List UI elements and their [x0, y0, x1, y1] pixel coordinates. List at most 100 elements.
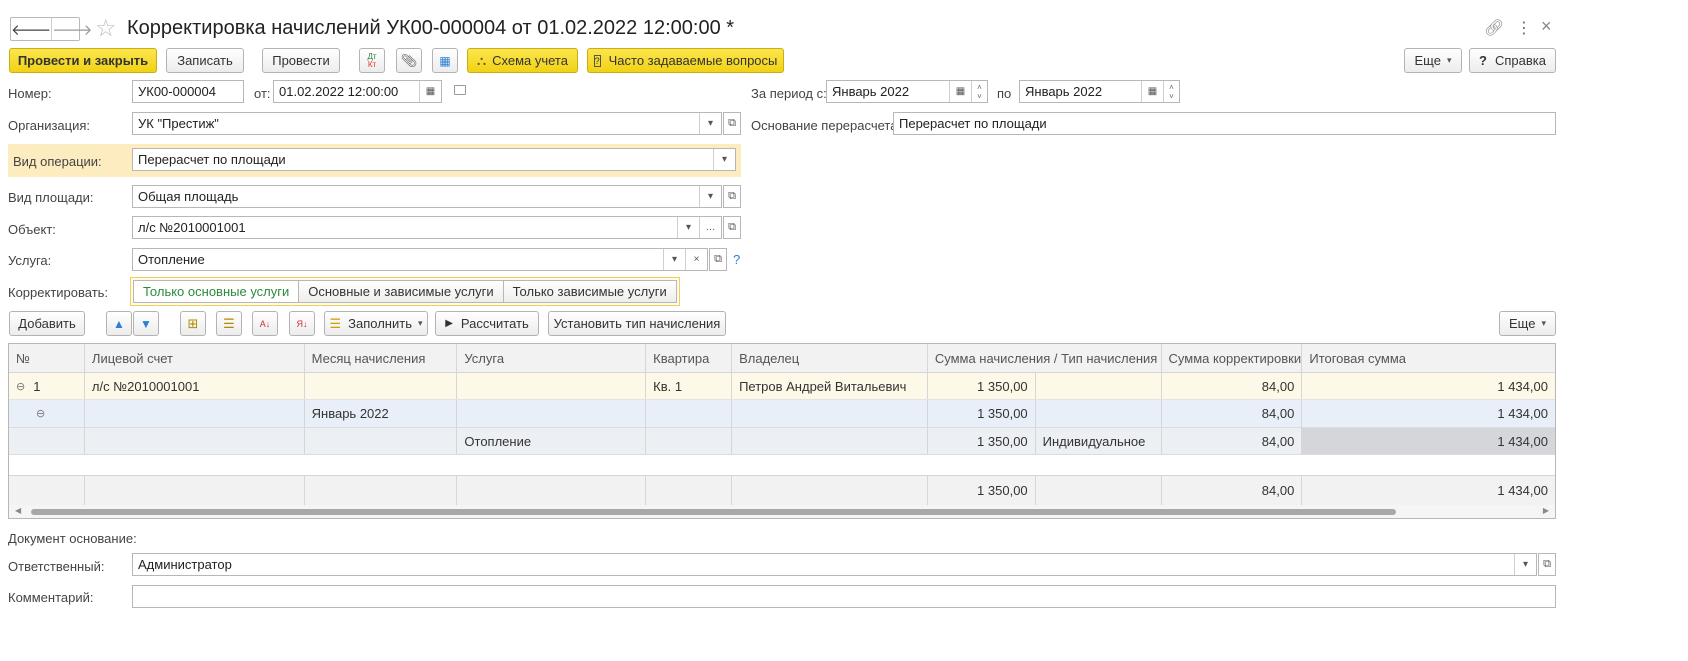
table-more-button[interactable]: Еще: [1499, 311, 1556, 336]
table-row[interactable]: Отопление 1 350,00 Индивидуальное 84,00 …: [9, 428, 1555, 455]
move-down-button[interactable]: ▼: [133, 311, 159, 336]
cell-owner: [732, 400, 928, 427]
post-and-close-button[interactable]: Провести и закрыть: [9, 48, 157, 73]
col-num[interactable]: №: [9, 344, 85, 372]
calculate-button[interactable]: ▶ Рассчитать: [435, 311, 539, 336]
set-type-button[interactable]: Установить тип начисления: [548, 311, 726, 336]
close-icon[interactable]: ×: [1541, 16, 1552, 37]
help-icon: ?: [1479, 53, 1487, 68]
foot-amount: 1 350,00: [928, 476, 1036, 505]
structure-button[interactable]: ▦: [432, 48, 458, 73]
spin-icon[interactable]: ˄ ˅: [971, 81, 987, 102]
calendar-icon[interactable]: ▦: [949, 81, 971, 102]
table-more-label: Еще: [1509, 316, 1536, 331]
col-month[interactable]: Месяц начисления: [305, 344, 458, 372]
structure-icon: ▦: [439, 53, 451, 68]
org-field[interactable]: УК "Престиж" ▾: [132, 112, 722, 135]
spin-icon[interactable]: ˄ ˅: [1163, 81, 1179, 102]
ellipsis-icon[interactable]: …: [699, 217, 721, 238]
number-field[interactable]: УК00-000004: [132, 80, 244, 103]
table-footer: 1 350,00 84,00 1 434,00: [9, 475, 1555, 505]
open-object-icon[interactable]: ⧉: [723, 216, 741, 239]
chevron-down-icon[interactable]: ▾: [663, 249, 685, 270]
scheme-button[interactable]: ⛬ Схема учета: [467, 48, 578, 73]
object-field[interactable]: л/с №2010001001 ▾ …: [132, 216, 722, 239]
period-from-field[interactable]: Январь 2022 ▦ ˄ ˅: [826, 80, 988, 103]
foot-num: [9, 476, 85, 505]
collapse-button[interactable]: ☰: [216, 311, 242, 336]
from-label: от:: [254, 86, 271, 101]
org-value: УК "Престиж": [138, 116, 219, 131]
collapse-node-icon[interactable]: ⊖: [36, 407, 45, 420]
service-field[interactable]: Отопление ▾ ×: [132, 248, 708, 271]
more-button[interactable]: Еще: [1404, 48, 1462, 73]
open-responsible-icon[interactable]: ⧉: [1538, 553, 1556, 576]
chevron-down-icon[interactable]: ▾: [677, 217, 699, 238]
table-row[interactable]: ⊖ 1 л/с №2010001001 Кв. 1 Петров Андрей В…: [9, 373, 1555, 400]
comment-icon[interactable]: [454, 85, 466, 95]
area-label: Вид площади:: [8, 190, 94, 205]
basis-field[interactable]: Перерасчет по площади: [893, 112, 1556, 135]
back-arrow-icon[interactable]: 🡐: [11, 18, 51, 40]
option-main-only[interactable]: Только основные услуги: [133, 280, 300, 303]
sort-asc-button[interactable]: A↓: [252, 311, 278, 336]
operation-select[interactable]: Перерасчет по площади ▾: [132, 148, 736, 171]
help-button[interactable]: ? Справка: [1469, 48, 1556, 73]
open-service-icon[interactable]: ⧉: [709, 248, 727, 271]
post-button[interactable]: Провести: [262, 48, 340, 73]
col-service[interactable]: Услуга: [457, 344, 647, 372]
horizontal-scrollbar[interactable]: ◀ ▶: [9, 505, 1555, 518]
attach-button[interactable]: 📎︎: [396, 48, 422, 73]
option-main-and-dependent[interactable]: Основные и зависимые услуги: [299, 280, 504, 303]
favorite-star-icon[interactable]: ☆: [95, 14, 117, 43]
accruals-table[interactable]: № Лицевой счет Месяц начисления Услуга К…: [8, 343, 1556, 519]
col-total[interactable]: Итоговая сумма: [1302, 344, 1555, 372]
scroll-left-icon[interactable]: ◀: [15, 506, 21, 515]
calendar-icon[interactable]: ▦: [1141, 81, 1163, 102]
move-up-button[interactable]: ▲: [106, 311, 132, 336]
date-field[interactable]: 01.02.2022 12:00:00 ▦: [273, 80, 442, 103]
cell-type: [1036, 373, 1162, 399]
option-dependent-only[interactable]: Только зависимые услуги: [503, 280, 677, 303]
calendar-icon[interactable]: ▦: [419, 81, 441, 102]
scroll-right-icon[interactable]: ▶: [1543, 506, 1549, 515]
calculate-label: Рассчитать: [460, 316, 529, 331]
col-apartment[interactable]: Квартира: [646, 344, 733, 372]
col-account[interactable]: Лицевой счет: [85, 344, 305, 372]
clear-icon[interactable]: ×: [685, 249, 707, 270]
chevron-down-icon[interactable]: ▾: [699, 113, 721, 134]
fill-button[interactable]: ☰ Заполнить: [324, 311, 428, 336]
cell-month: Январь 2022: [305, 400, 458, 427]
sort-desc-button[interactable]: Я↓: [289, 311, 315, 336]
open-org-icon[interactable]: ⧉: [723, 112, 741, 135]
dt-kt-button[interactable]: Дт Кт: [359, 48, 385, 73]
expand-button[interactable]: ⊞: [180, 311, 206, 336]
responsible-field[interactable]: Администратор ▾: [132, 553, 1537, 576]
open-area-icon[interactable]: ⧉: [723, 185, 741, 208]
scrollbar-thumb[interactable]: [31, 509, 1396, 515]
service-label: Услуга:: [8, 253, 52, 268]
forward-arrow-icon[interactable]: 🡒: [51, 18, 92, 40]
save-button[interactable]: Записать: [166, 48, 244, 73]
add-button[interactable]: Добавить: [9, 311, 85, 336]
chevron-down-icon[interactable]: ▾: [713, 149, 735, 170]
col-amount-type[interactable]: Сумма начисления / Тип начисления: [928, 344, 1162, 372]
area-field[interactable]: Общая площадь ▾: [132, 185, 722, 208]
table-row[interactable]: ⊖ Январь 2022 1 350,00 84,00 1 434,00: [9, 400, 1555, 428]
faq-button[interactable]: ? Часто задаваемые вопросы: [587, 48, 784, 73]
more-menu-icon[interactable]: ⋮: [1516, 18, 1532, 38]
foot-month: [305, 476, 458, 505]
chevron-down-icon[interactable]: ▾: [1514, 554, 1536, 575]
link-icon[interactable]: 🔗︎: [1484, 18, 1504, 38]
cell-correction: 84,00: [1162, 400, 1303, 427]
chevron-down-icon[interactable]: ▾: [699, 186, 721, 207]
object-label: Объект:: [8, 222, 56, 237]
col-owner[interactable]: Владелец: [732, 344, 928, 372]
window-title: Корректировка начислений УК00-000004 от …: [127, 17, 735, 39]
collapse-node-icon[interactable]: ⊖: [16, 380, 25, 393]
period-to-field[interactable]: Январь 2022 ▦ ˄ ˅: [1019, 80, 1180, 103]
comment-field[interactable]: [132, 585, 1556, 608]
help-question-icon[interactable]: ?: [733, 252, 740, 267]
foot-service: [457, 476, 647, 505]
col-correction[interactable]: Сумма корректировки: [1162, 344, 1303, 372]
